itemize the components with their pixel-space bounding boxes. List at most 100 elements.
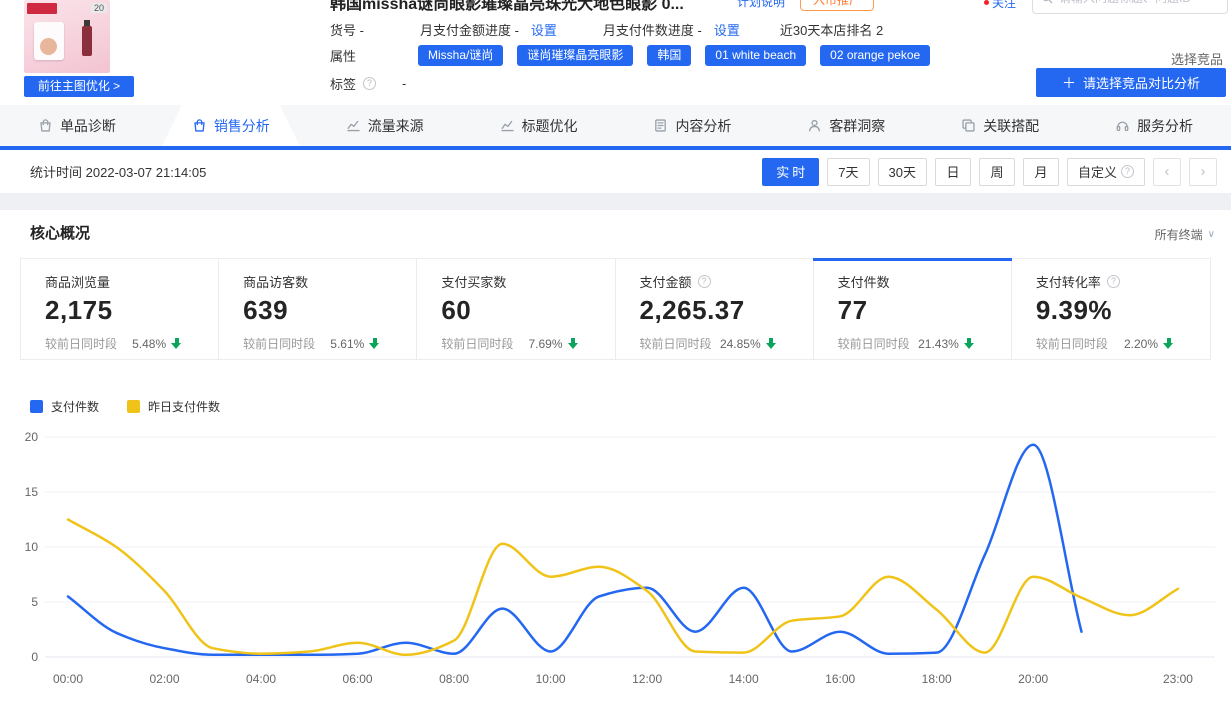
product-thumbnail[interactable]: 20 <box>24 0 110 73</box>
compare-label: 较前日同时段 <box>838 335 910 352</box>
range-realtime-button[interactable]: 实时 <box>762 158 819 186</box>
tab-sales-analysis[interactable]: 销售分析 <box>154 105 308 146</box>
attr-badges: Missha/谜尚谜尚璀璨晶亮眼影韩国 01 white beach 02 oran… <box>418 45 944 66</box>
stat-time: 统计时间 2022-03-07 21:14:05 <box>30 162 206 181</box>
range-30d-button[interactable]: 30天 <box>878 158 927 186</box>
compare-label: 较前日同时段 <box>1036 335 1108 352</box>
section-title: 核心概况 <box>30 222 90 243</box>
plus-icon: ＋ <box>1062 73 1076 93</box>
help-icon[interactable]: ? <box>698 275 711 288</box>
attr-badge[interactable]: 01 white beach <box>705 45 806 66</box>
tab-label: 销售分析 <box>214 116 270 136</box>
tab-label: 关联搭配 <box>983 116 1039 136</box>
x-axis-tick: 16:00 <box>825 672 855 686</box>
metric-delta: 2.20% <box>1124 337 1158 351</box>
metric-card-conversion[interactable]: 支付转化率?9.39%较前日同时段2.20% <box>1012 259 1210 359</box>
x-axis-tick: 08:00 <box>439 672 469 686</box>
attr-badge[interactable]: Missha/谜尚 <box>418 45 503 66</box>
promote-button[interactable]: 入市推广 <box>800 0 874 11</box>
range-7d-button[interactable]: 7天 <box>827 158 869 186</box>
metric-value: 2,175 <box>45 295 202 326</box>
info-text: 货号 - <box>330 20 364 39</box>
thumbnail-badge: 20 <box>91 3 107 13</box>
tab-label: 服务分析 <box>1137 116 1193 136</box>
attr-badge[interactable]: 韩国 <box>647 45 691 66</box>
product-tag-row: 标签 ? - <box>330 74 406 93</box>
help-icon[interactable]: ? <box>363 77 376 90</box>
thumbnail-ribbon <box>27 3 57 14</box>
module-tabs: 单品诊断 销售分析 流量来源 标题优化 内容分析 客群洞察 关联搭配 服务分析 <box>0 105 1231 146</box>
select-competitor-label[interactable]: 选择竞品 <box>1171 49 1223 68</box>
attr-badge[interactable]: 谜尚璀璨晶亮眼影 <box>517 45 633 66</box>
follow-link[interactable]: 关注 <box>984 0 1016 11</box>
stat-time-value: 2022-03-07 21:14:05 <box>86 165 207 180</box>
legend-item[interactable]: 支付件数 <box>30 398 99 415</box>
metric-label: 支付件数 <box>838 272 890 291</box>
metric-card-pay-quantity[interactable]: 支付件数77较前日同时段21.43% <box>814 259 1012 359</box>
legend-label: 昨日支付件数 <box>148 398 220 415</box>
tab-service-analysis[interactable]: 服务分析 <box>1077 105 1231 146</box>
x-axis-tick: 10:00 <box>536 672 566 686</box>
pager-next-button[interactable]: › <box>1189 158 1217 186</box>
range-week-button[interactable]: 周 <box>979 158 1015 186</box>
plan-description-link[interactable]: 计划说明 <box>737 0 785 10</box>
tab-title-optimize[interactable]: 标题优化 <box>462 105 616 146</box>
bag-icon <box>38 118 53 133</box>
settings-link[interactable]: 设置 <box>714 20 740 39</box>
metric-card-visitors[interactable]: 商品访客数639较前日同时段5.61% <box>219 259 417 359</box>
metric-label: 支付转化率 <box>1036 272 1101 291</box>
metric-delta: 5.48% <box>132 337 166 351</box>
tab-audience-insight[interactable]: 客群洞察 <box>769 105 923 146</box>
tab-traffic-source[interactable]: 流量来源 <box>308 105 462 146</box>
search-input[interactable] <box>1059 0 1219 5</box>
range-label: 30天 <box>889 162 916 181</box>
trend-chart[interactable]: 0510152000:0002:0004:0006:0008:0010:0012… <box>0 415 1231 721</box>
arrow-down-icon <box>964 338 975 350</box>
metric-value: 639 <box>243 295 400 326</box>
range-custom-button[interactable]: 自定义? <box>1067 158 1145 186</box>
headset-icon <box>1115 118 1130 133</box>
tab-content-analysis[interactable]: 内容分析 <box>616 105 770 146</box>
help-search-box[interactable] <box>1032 0 1228 14</box>
settings-link[interactable]: 设置 <box>531 20 557 39</box>
tab-label: 标题优化 <box>522 116 578 136</box>
attr-label: 属性 <box>330 46 356 65</box>
product-info-row: 货号 -月支付金额进度 -设置月支付件数进度 -设置近30天本店排名 2 <box>330 20 883 38</box>
legend-swatch <box>127 400 140 413</box>
legend-item[interactable]: 昨日支付件数 <box>127 398 220 415</box>
core-overview-panel: 核心概况 所有终端 ∨ 商品浏览量 2,175 较前日同时段 5.48% 商品访客数63… <box>0 210 1231 721</box>
main-pic-optimize-button[interactable]: 前往主图优化 > <box>24 76 134 97</box>
metric-delta: 21.43% <box>918 337 959 351</box>
terminal-label: 所有终端 <box>1155 226 1203 243</box>
range-day-button[interactable]: 日 <box>935 158 971 186</box>
attr-badge[interactable]: 02 orange pekoe <box>820 45 930 66</box>
metric-delta: 7.69% <box>528 337 562 351</box>
metric-card-views[interactable]: 商品浏览量2,175较前日同时段5.48% <box>21 259 219 359</box>
tab-label: 客群洞察 <box>829 116 885 136</box>
chart-legend: 支付件数 昨日支付件数 <box>30 398 220 415</box>
doc-icon <box>653 118 668 133</box>
x-axis-tick: 06:00 <box>343 672 373 686</box>
metric-card-pay-amount[interactable]: 支付金额?2,265.37较前日同时段24.85% <box>616 259 814 359</box>
thumbnail-bottle <box>82 26 92 56</box>
compare-competitor-button[interactable]: ＋ 请选择竞品对比分析 <box>1036 68 1226 97</box>
tab-related-match[interactable]: 关联搭配 <box>923 105 1077 146</box>
y-axis-tick: 10 <box>25 540 39 554</box>
range-month-button[interactable]: 月 <box>1023 158 1059 186</box>
copy-icon <box>961 118 976 133</box>
terminal-filter-dropdown[interactable]: 所有终端 ∨ <box>1155 226 1215 243</box>
product-attr-row: 属性 Missha/谜尚谜尚璀璨晶亮眼影韩国 01 white beach 02 o… <box>330 45 944 66</box>
help-icon[interactable]: ? <box>1107 275 1120 288</box>
pager-prev-button[interactable]: ‹ <box>1153 158 1181 186</box>
arrow-down-icon <box>766 338 777 350</box>
metric-card-buyers[interactable]: 支付买家数60较前日同时段7.69% <box>417 259 615 359</box>
thumbnail-puff <box>40 38 57 55</box>
trend-chart-svg: 0510152000:0002:0004:0006:0008:0010:0012… <box>0 415 1231 721</box>
range-label: 实时 <box>776 162 808 181</box>
follow-label: 关注 <box>992 0 1016 11</box>
metric-label: 商品浏览量 <box>45 272 110 291</box>
series-line-pay-quantity <box>68 445 1082 655</box>
tab-item-diagnosis[interactable]: 单品诊断 <box>0 105 154 146</box>
x-axis-tick: 00:00 <box>53 672 83 686</box>
metric-label: 支付金额 <box>640 272 692 291</box>
